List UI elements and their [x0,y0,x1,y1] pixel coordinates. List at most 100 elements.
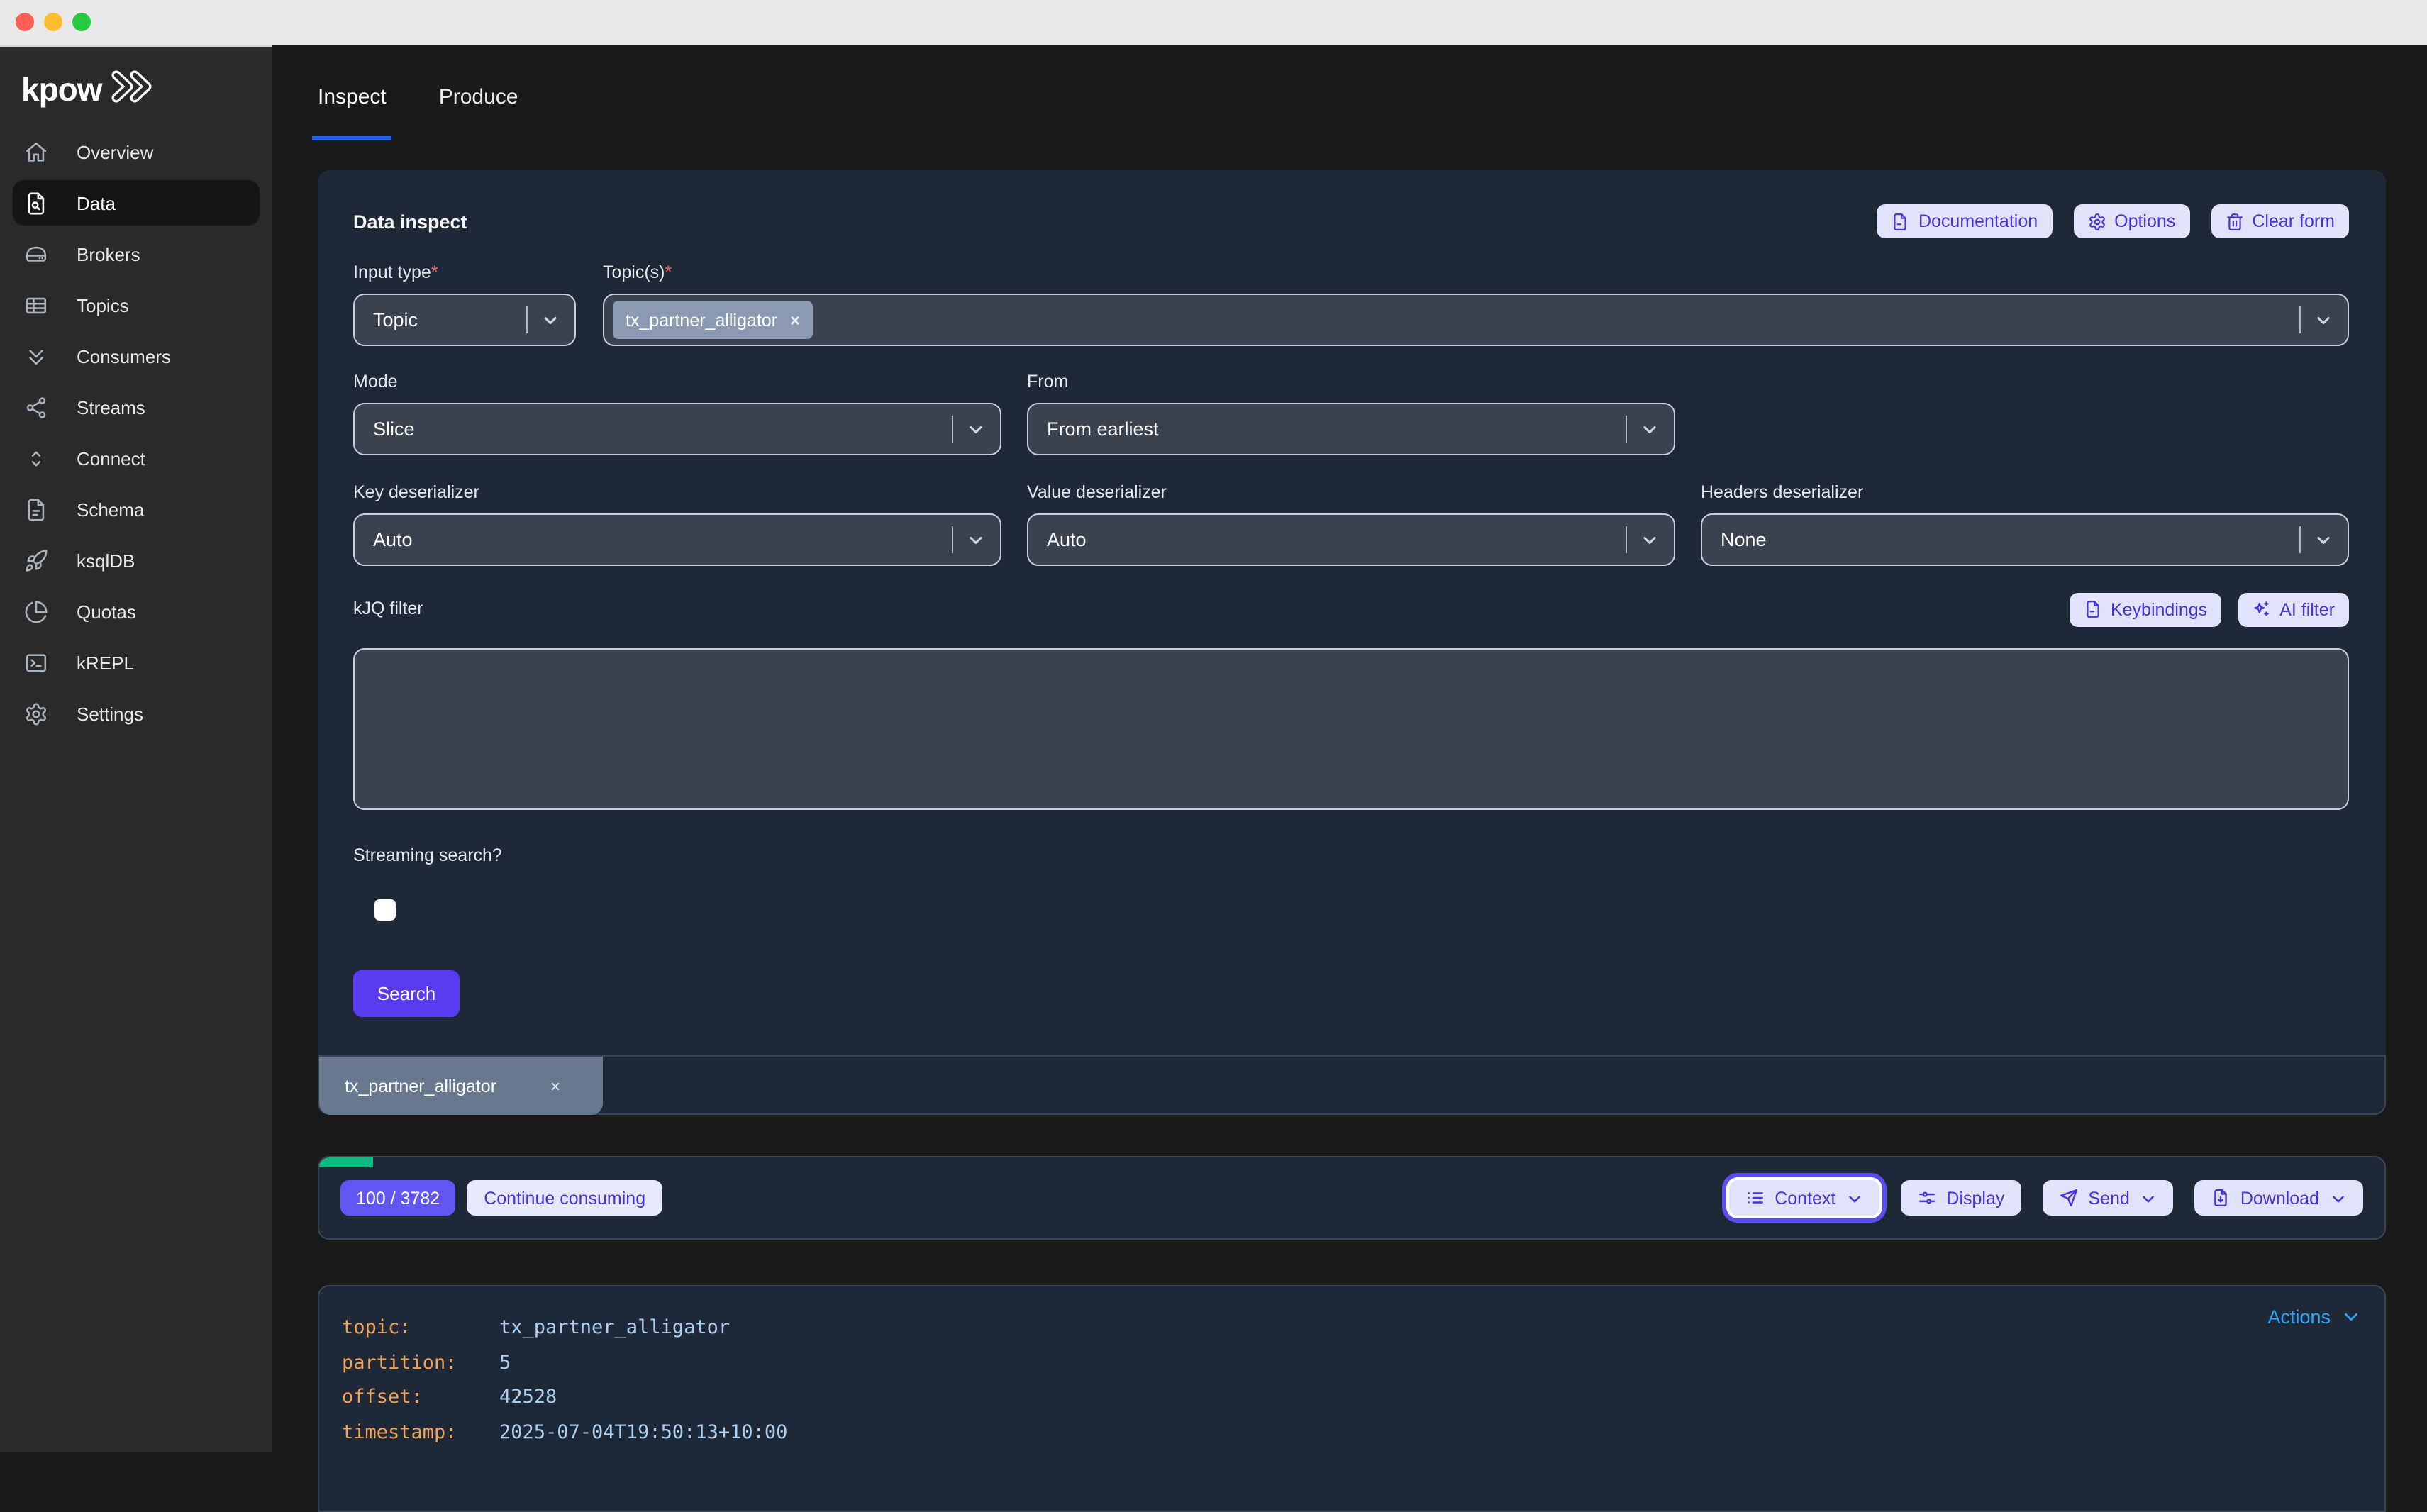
from-select[interactable]: From earliest [1027,403,1675,455]
send-button[interactable]: Send [2043,1180,2173,1216]
data-inspect-card: Data inspect Documentation Options Clear… [318,170,2386,1055]
sidebar-item-ksqldb[interactable]: ksqlDB [13,538,260,583]
page-tabs: Inspect Produce [318,79,518,113]
display-button[interactable]: Display [1901,1180,2021,1216]
input-type-label: Input type* [353,262,576,284]
select-divider [526,306,528,333]
kjq-filter-textarea[interactable] [353,648,2349,810]
streaming-search-label: Streaming search? [353,845,2349,867]
results-toolbar-panel: 100 / 3782 Continue consuming Context Di… [318,1156,2386,1240]
from-label: From [1027,372,1675,393]
from-value: From earliest [1047,418,1159,440]
topic-chip[interactable]: tx_partner_alligator × [613,301,813,339]
key-deserializer-group: Key deserializer Auto [353,482,1001,566]
close-window-button[interactable] [16,13,34,31]
kpow-logo-chevrons-icon [111,69,159,110]
select-divider [952,526,953,553]
result-topic-tab[interactable]: tx_partner_alligator × [319,1057,603,1115]
sidebar: kpow Overview Data Brokers [0,47,272,1452]
result-tab-strip: tx_partner_alligator × [318,1055,2386,1115]
ai-filter-label: AI filter [2279,599,2335,619]
chevron-down-icon[interactable] [540,310,560,330]
documentation-label: Documentation [1918,211,2038,231]
sidebar-item-connect[interactable]: Connect [13,435,260,481]
mode-select[interactable]: Slice [353,403,1001,455]
consume-progress-bar [319,1157,2384,1167]
topics-multiselect[interactable]: tx_partner_alligator × [603,294,2349,346]
mode-value: Slice [373,418,415,440]
chevron-down-icon[interactable] [1640,419,1660,439]
select-divider [1626,416,1627,443]
share-icon [24,395,48,419]
ai-filter-button[interactable]: AI filter [2238,592,2349,626]
file-download-icon [2212,1189,2231,1207]
chevron-down-icon[interactable] [966,419,986,439]
chip-remove-icon[interactable]: × [790,310,800,330]
sidebar-item-krepl[interactable]: kREPL [13,640,260,685]
chevron-down-icon[interactable] [2314,310,2333,330]
chevron-down-icon[interactable] [966,530,986,550]
sidebar-item-consumers[interactable]: Consumers [13,333,260,379]
clear-form-button[interactable]: Clear form [2211,204,2349,238]
display-label: Display [1946,1188,2004,1208]
select-divider [1626,526,1627,553]
topic-chip-label: tx_partner_alligator [626,310,777,330]
chevron-down-icon[interactable] [2314,530,2333,550]
streaming-search-checkbox[interactable] [374,899,396,921]
sidebar-item-streams[interactable]: Streams [13,384,260,430]
chevron-down-icon[interactable] [1640,530,1660,550]
headers-deserializer-select[interactable]: None [1701,513,2349,566]
sliders-icon [1918,1189,1936,1207]
sidebar-item-quotas[interactable]: Quotas [13,589,260,634]
context-button[interactable]: Context [1729,1180,1879,1216]
record-row: offset: 42528 [342,1380,2362,1415]
record-actions-dropdown[interactable]: Actions [2267,1306,2362,1328]
mode-label: Mode [353,372,1001,393]
card-header-buttons: Documentation Options Clear form [1877,204,2349,238]
sidebar-item-label: Settings [77,703,143,724]
sidebar-item-label: Brokers [77,243,140,265]
tab-produce[interactable]: Produce [439,79,518,113]
sidebar-item-topics[interactable]: Topics [13,282,260,328]
keybindings-button[interactable]: Keybindings [2070,592,2221,626]
record-row: timestamp: 2025-07-04T19:50:13+10:00 [342,1415,2362,1450]
value-deserializer-group: Value deserializer Auto [1027,482,1675,566]
sidebar-item-data[interactable]: Data [13,180,260,226]
close-icon[interactable]: × [550,1076,560,1096]
record-value: 2025-07-04T19:50:13+10:00 [499,1415,787,1450]
chevron-down-icon [2140,1189,2157,1206]
continue-consuming-button[interactable]: Continue consuming [467,1180,662,1216]
download-button[interactable]: Download [2195,1180,2363,1216]
input-type-group: Input type* Topic [353,262,576,346]
sidebar-item-brokers[interactable]: Brokers [13,231,260,277]
options-button[interactable]: Options [2073,204,2189,238]
value-deserializer-select[interactable]: Auto [1027,513,1675,566]
input-type-select[interactable]: Topic [353,294,576,346]
headers-deserializer-group: Headers deserializer None [1701,482,2349,566]
document-icon [1892,212,1910,230]
sidebar-item-settings[interactable]: Settings [13,691,260,736]
download-label: Download [2240,1188,2319,1208]
sparkles-icon [2253,600,2271,618]
sidebar-item-schema[interactable]: Schema [13,487,260,532]
clear-form-label: Clear form [2252,211,2335,231]
key-deserializer-select[interactable]: Auto [353,513,1001,566]
record-row: partition: 5 [342,1345,2362,1380]
result-topic-tab-label: tx_partner_alligator [345,1076,496,1096]
sidebar-item-overview[interactable]: Overview [13,129,260,174]
documentation-button[interactable]: Documentation [1877,204,2052,238]
app-window: kpow Overview Data Brokers [0,0,2427,1452]
actions-label: Actions [2267,1306,2331,1328]
window-titlebar [0,0,2427,47]
kpow-logo-text: kpow [21,72,102,106]
kpow-logo: kpow [0,47,272,104]
trash-icon [2225,212,2243,230]
zoom-window-button[interactable] [72,13,91,31]
sidebar-item-label: Quotas [77,601,136,622]
search-button[interactable]: Search [353,970,460,1017]
chevrons-down-icon [24,344,48,368]
minimize-window-button[interactable] [44,13,62,31]
select-divider [2299,526,2301,553]
tab-inspect[interactable]: Inspect [318,79,387,113]
keybindings-label: Keybindings [2111,599,2207,619]
